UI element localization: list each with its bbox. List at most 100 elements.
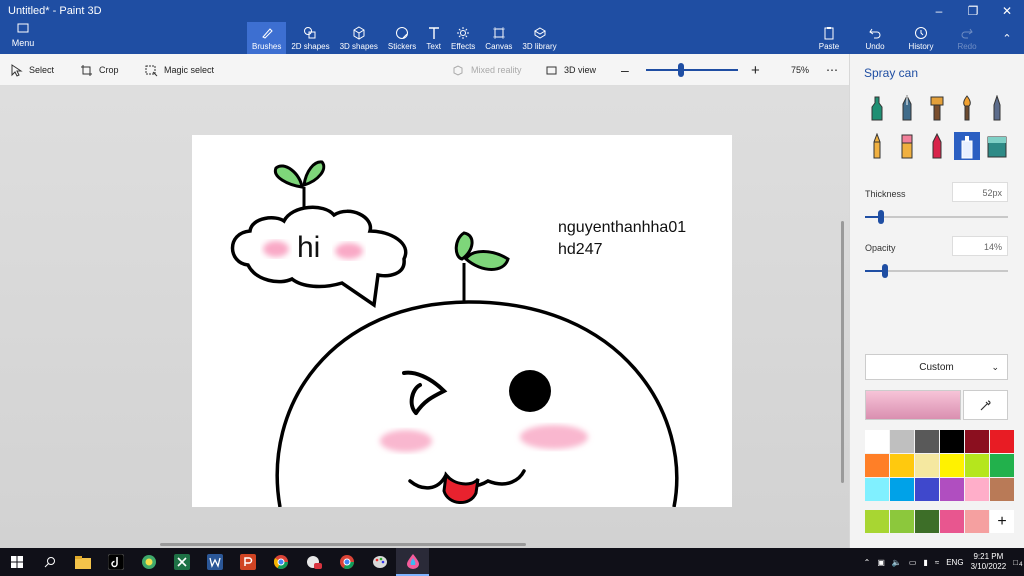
add-color-button[interactable]: + bbox=[990, 510, 1014, 533]
selected-color-swatch[interactable] bbox=[865, 390, 961, 420]
color-swatch[interactable] bbox=[890, 478, 914, 501]
history-button[interactable]: History bbox=[898, 22, 944, 54]
opacity-slider-thumb[interactable] bbox=[882, 264, 889, 278]
tab-2d-shapes[interactable]: 2D shapes bbox=[286, 22, 334, 54]
tab-effects[interactable]: Effects bbox=[446, 22, 480, 54]
taskbar-word[interactable] bbox=[198, 548, 231, 576]
opacity-slider[interactable] bbox=[865, 264, 1008, 278]
color-swatch[interactable] bbox=[890, 454, 914, 477]
color-swatch[interactable] bbox=[890, 430, 914, 453]
color-swatch[interactable] bbox=[965, 430, 989, 453]
drawing-canvas[interactable]: hi nguyenthanhha01 hd247 bbox=[192, 135, 732, 507]
thickness-slider-thumb[interactable] bbox=[877, 210, 884, 224]
calligraphy-pen-brush[interactable] bbox=[894, 94, 920, 122]
chevron-up-icon[interactable]: ⌃ bbox=[864, 558, 871, 567]
tab-text[interactable]: Text bbox=[421, 22, 446, 54]
color-swatch[interactable] bbox=[940, 478, 964, 501]
redo-button[interactable]: Redo bbox=[944, 22, 990, 54]
3d-view-button[interactable]: 3D view bbox=[545, 54, 596, 86]
collapse-ribbon-button[interactable]: ⌃ bbox=[990, 22, 1024, 54]
horizontal-scrollbar[interactable] bbox=[160, 543, 526, 546]
input-method-icon[interactable]: ▭ bbox=[909, 558, 917, 567]
tab-stickers[interactable]: Stickers bbox=[383, 22, 421, 54]
color-swatch[interactable] bbox=[915, 478, 939, 501]
wifi-icon[interactable]: ≈ bbox=[935, 558, 939, 567]
taskbar-paint[interactable] bbox=[363, 548, 396, 576]
vertical-scrollbar[interactable] bbox=[841, 221, 844, 483]
clock[interactable]: 9:21 PM 3/10/2022 bbox=[971, 552, 1007, 572]
volume-icon[interactable]: 🔈 bbox=[892, 558, 902, 567]
taskbar-chrome-2[interactable] bbox=[330, 548, 363, 576]
custom-color-swatch[interactable] bbox=[940, 510, 964, 533]
taskbar-paint-3d[interactable] bbox=[396, 548, 429, 576]
tab-3d-shapes[interactable]: 3D shapes bbox=[335, 22, 383, 54]
taskbar-chrome[interactable] bbox=[264, 548, 297, 576]
color-swatch[interactable] bbox=[965, 454, 989, 477]
color-swatch[interactable] bbox=[865, 478, 889, 501]
notification-center-button[interactable]: □ 4 bbox=[1013, 558, 1022, 568]
taskbar-app-green[interactable] bbox=[132, 548, 165, 576]
tab-brushes[interactable]: Brushes bbox=[247, 22, 287, 54]
history-icon bbox=[915, 26, 927, 39]
zoom-slider-thumb[interactable] bbox=[677, 63, 684, 77]
eyedropper-button[interactable] bbox=[963, 390, 1008, 420]
custom-color-swatch[interactable] bbox=[865, 510, 889, 533]
paste-button[interactable]: Paste bbox=[806, 22, 852, 54]
minimize-button[interactable]: – bbox=[922, 0, 956, 22]
magic-select-button[interactable]: Magic select bbox=[145, 54, 214, 86]
language-indicator[interactable]: ENG bbox=[946, 558, 963, 567]
thickness-input[interactable]: 52px bbox=[952, 182, 1008, 202]
watercolor-brush[interactable] bbox=[954, 94, 980, 122]
taskbar-app-badge[interactable] bbox=[297, 548, 330, 576]
opacity-input[interactable]: 14% bbox=[952, 236, 1008, 256]
eraser-brush[interactable] bbox=[894, 132, 920, 160]
network-icon[interactable]: ▣ bbox=[877, 558, 885, 567]
3d-view-label: 3D view bbox=[564, 65, 597, 75]
taskbar-tiktok[interactable] bbox=[99, 548, 132, 576]
color-swatch[interactable] bbox=[915, 454, 939, 477]
crayon-brush[interactable] bbox=[924, 132, 950, 160]
spray-can-brush[interactable] bbox=[954, 132, 980, 160]
color-swatch[interactable] bbox=[990, 478, 1014, 501]
fill-brush[interactable] bbox=[984, 132, 1010, 160]
tab-label: Text bbox=[426, 41, 441, 51]
taskbar-powerpoint[interactable] bbox=[231, 548, 264, 576]
thickness-slider[interactable] bbox=[865, 210, 1008, 224]
search-button[interactable] bbox=[33, 548, 66, 576]
pixel-pen-brush[interactable] bbox=[984, 94, 1010, 122]
tab-3d-library[interactable]: 3D library bbox=[517, 22, 561, 54]
restore-button[interactable]: ❐ bbox=[956, 0, 990, 22]
custom-color-swatch[interactable] bbox=[915, 510, 939, 533]
taskbar-excel[interactable] bbox=[165, 548, 198, 576]
color-swatch[interactable] bbox=[990, 430, 1014, 453]
windows-start-button[interactable] bbox=[0, 548, 33, 576]
color-swatch[interactable] bbox=[915, 430, 939, 453]
custom-color-swatch[interactable] bbox=[890, 510, 914, 533]
color-swatch[interactable] bbox=[940, 430, 964, 453]
color-swatch[interactable] bbox=[865, 454, 889, 477]
taskbar-file-explorer[interactable] bbox=[66, 548, 99, 576]
undo-button[interactable]: Undo bbox=[852, 22, 898, 54]
color-mode-dropdown[interactable]: Custom ⌄ bbox=[865, 354, 1008, 380]
color-swatch[interactable] bbox=[990, 454, 1014, 477]
custom-color-swatch[interactable] bbox=[965, 510, 989, 533]
zoom-value[interactable]: 75% bbox=[791, 54, 809, 86]
title-bar: Untitled* - Paint 3D – ❐ ✕ Menu Brushes … bbox=[0, 0, 1024, 54]
battery-icon[interactable]: ▮ bbox=[923, 558, 927, 567]
select-button[interactable]: Select bbox=[10, 54, 54, 86]
zoom-slider-track[interactable] bbox=[646, 69, 738, 71]
color-swatch[interactable] bbox=[940, 454, 964, 477]
marker-brush[interactable] bbox=[864, 94, 890, 122]
crop-button[interactable]: Crop bbox=[80, 54, 119, 86]
menu-button[interactable]: Menu bbox=[4, 22, 42, 52]
color-swatch[interactable] bbox=[965, 478, 989, 501]
color-swatch[interactable] bbox=[865, 430, 889, 453]
more-options-button[interactable]: ⋯ bbox=[826, 54, 838, 86]
tab-canvas[interactable]: Canvas bbox=[480, 22, 517, 54]
oil-brush[interactable] bbox=[924, 94, 950, 122]
mixed-reality-button[interactable]: Mixed reality bbox=[452, 54, 522, 86]
pencil-brush[interactable] bbox=[864, 132, 890, 160]
close-button[interactable]: ✕ bbox=[990, 0, 1024, 22]
zoom-in-button[interactable]: + bbox=[751, 54, 760, 86]
zoom-out-button[interactable]: – bbox=[621, 54, 629, 86]
